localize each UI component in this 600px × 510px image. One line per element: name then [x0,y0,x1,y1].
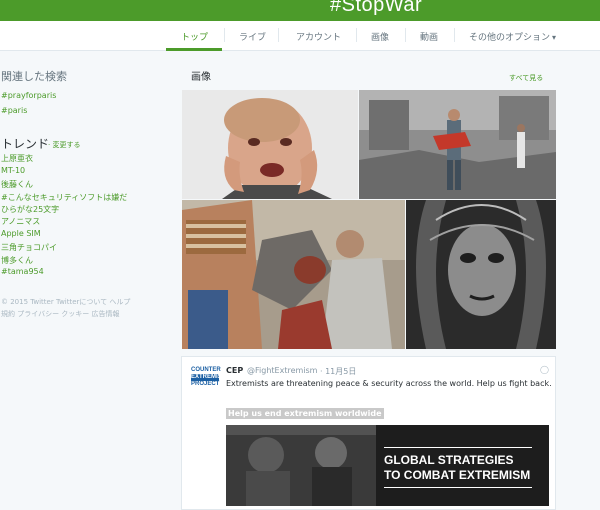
chevron-down-icon: ▾ [552,33,557,42]
tab-images[interactable]: 画像 [371,30,389,43]
card-photo-graphic [226,425,376,506]
tweet-author-handle[interactable]: @FightExtremism [247,366,317,375]
trend-item[interactable]: 三角チョコパイ [1,242,57,253]
card-heading-line: TO COMBAT EXTREMISM [384,468,531,482]
see-all-link[interactable]: すべて見る [509,73,543,83]
trend-item[interactable]: #こんなセキュリティソフトは嫌だ [1,192,127,203]
tab-videos[interactable]: 動画 [420,30,438,43]
card-divider [384,487,532,488]
related-searches-title: 関連した検索 [1,70,67,83]
nav-divider [454,28,455,42]
tweet-text: Extremists are threatening peace & secur… [226,379,552,388]
search-query-title: #StopWar [330,0,423,16]
tweet-timestamp[interactable]: · 11月5日 [320,366,356,377]
avatar-text: EXTREMISM [191,374,227,381]
card-heading: GLOBAL STRATEGIES TO COMBAT EXTREMISM [384,453,530,483]
change-trends-link[interactable]: · 変更する [48,140,80,150]
trend-item[interactable]: Apple SIM [1,229,41,238]
search-header: #StopWar [0,0,600,21]
trend-item[interactable]: #tama954 [1,267,44,276]
tab-top[interactable]: トップ [181,30,208,43]
nav-divider [278,28,279,42]
image-thumbnail[interactable] [182,200,405,349]
tab-more-options[interactable]: その他のオプション ▾ [469,30,556,43]
trend-item[interactable]: 上原亜衣 [1,153,33,164]
tweet-card[interactable]: COUNTER EXTREMISM PROJECT CEP @FightExtr… [181,356,556,510]
card-divider [384,447,532,448]
tab-more-options-label: その他のオプション [469,33,551,43]
promoted-card-title[interactable]: Help us end extremism worldwide [226,408,384,419]
avatar[interactable]: COUNTER EXTREMISM PROJECT [191,367,227,395]
nav-divider [405,28,406,42]
tweet-menu-icon[interactable]: ◯ [540,365,549,374]
nav-divider [356,28,357,42]
trend-item[interactable]: ひらがな25文字 [1,204,59,215]
footer-links[interactable]: © 2015 Twitter Twitterについて ヘルプ [1,297,130,307]
trend-item[interactable]: MT-10 [1,166,25,175]
active-tab-indicator [166,48,222,51]
images-section-title: 画像 [191,72,211,83]
image-thumbnail[interactable] [359,90,556,199]
image-thumbnail[interactable] [182,90,358,199]
trend-item[interactable]: 後藤くん [1,179,33,190]
image-thumbnail-graphic [359,90,556,199]
image-thumbnail-graphic [406,200,556,349]
image-thumbnail-graphic [182,90,358,199]
tweet-author-name[interactable]: CEP [226,366,243,375]
card-heading-line: GLOBAL STRATEGIES [384,453,514,467]
image-thumbnail[interactable] [406,200,556,349]
image-thumbnail-graphic [182,200,405,349]
nav-divider [224,28,225,42]
tab-accounts[interactable]: アカウント [296,30,341,43]
avatar-text: PROJECT [191,381,220,387]
search-nav: トップ ライブ アカウント 画像 動画 その他のオプション ▾ [0,21,600,51]
trend-item[interactable]: 博多くん [1,255,33,266]
trend-item[interactable]: アノニマス [1,216,40,227]
related-search-link[interactable]: #prayforparis [1,91,56,100]
footer-links[interactable]: 規約 プライバシー クッキー 広告情報 [1,309,120,319]
related-search-link[interactable]: #paris [1,106,27,115]
tab-live[interactable]: ライブ [239,30,266,43]
trends-title: トレンド [1,137,50,151]
promoted-card-image[interactable]: GLOBAL STRATEGIES TO COMBAT EXTREMISM [226,425,549,506]
avatar-text: COUNTER [191,367,221,373]
